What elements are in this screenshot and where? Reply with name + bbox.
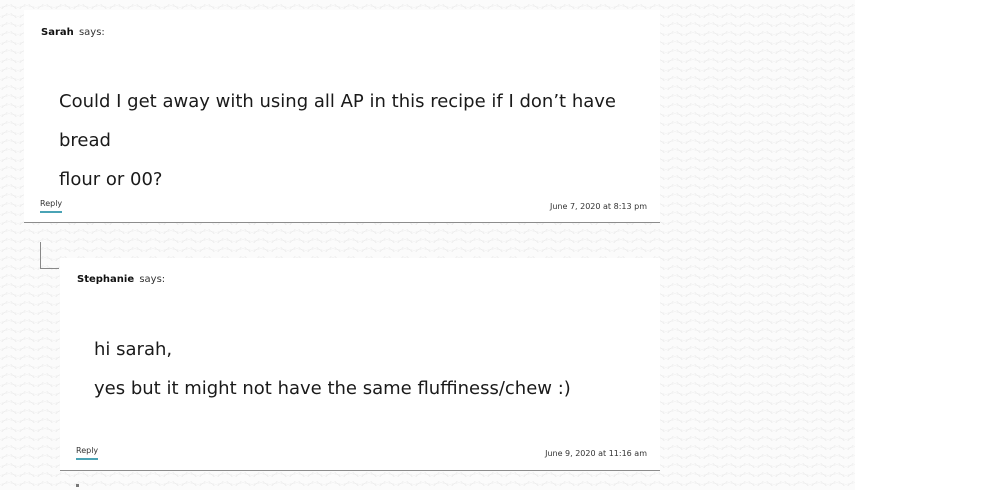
comment-timestamp[interactable]: June 7, 2020 at 8:13 pm xyxy=(550,202,647,211)
comment-stephanie: Stephanie says: hi sarah, yes but it mig… xyxy=(60,258,660,471)
comment-body-line: hi sarah, xyxy=(94,339,173,360)
reply-thread-connector xyxy=(40,242,59,269)
comment-body-line: Could I get away with using all AP in th… xyxy=(59,91,616,151)
says-label: says: xyxy=(78,27,105,38)
next-comment-stub xyxy=(76,484,79,487)
comment-sarah: Sarah says: Could I get away with using … xyxy=(24,10,660,223)
comment-body-line: flour or 00? xyxy=(59,169,163,190)
comment-author: Sarah xyxy=(41,27,74,38)
comment-timestamp[interactable]: June 9, 2020 at 11:16 am xyxy=(545,449,647,458)
comment-author-line: Sarah says: xyxy=(41,27,105,38)
says-label: says: xyxy=(139,274,166,285)
comment-author-line: Stephanie says: xyxy=(77,274,165,285)
comment-body: Could I get away with using all AP in th… xyxy=(59,82,639,199)
comment-body-line: yes but it might not have the same fluff… xyxy=(94,378,571,399)
comment-body: hi sarah, yes but it might not have the … xyxy=(94,330,654,408)
reply-link[interactable]: Reply xyxy=(76,446,99,460)
comment-author: Stephanie xyxy=(77,274,135,285)
comments-page: Sarah says: Could I get away with using … xyxy=(0,0,1000,490)
reply-link[interactable]: Reply xyxy=(40,199,63,213)
